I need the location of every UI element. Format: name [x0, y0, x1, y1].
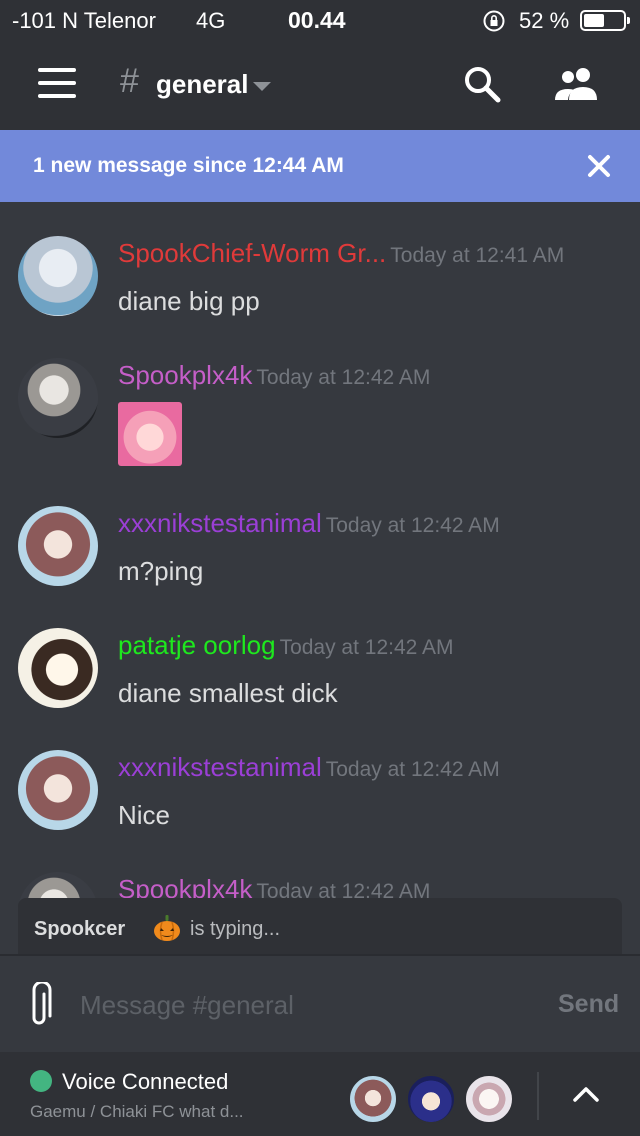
new-messages-banner[interactable]: 1 new message since 12:44 AM [0, 130, 640, 202]
channel-header: # general [0, 42, 640, 130]
message-timestamp: Today at 12:42 AM [325, 758, 500, 781]
message-author-line: xxxnikstestanimal Today at 12:42 AM [118, 752, 500, 783]
avatar[interactable] [18, 750, 98, 830]
channel-name[interactable]: general [156, 69, 249, 100]
avatar[interactable] [18, 236, 98, 316]
avatar[interactable] [18, 506, 98, 586]
voice-status-label: Voice Connected [62, 1069, 229, 1094]
divider [537, 1072, 539, 1120]
voice-connected-indicator [30, 1070, 52, 1092]
message-content: Nice [118, 800, 171, 830]
author-name[interactable]: xxxnikstestanimal [118, 752, 322, 782]
message-content: diane big pp [118, 286, 260, 316]
author-name[interactable]: SpookChief-Worm Gr... [118, 238, 386, 268]
image-attachment[interactable] [118, 402, 182, 466]
voice-participant-avatar[interactable] [406, 1074, 456, 1124]
message-timestamp: Today at 12:41 AM [390, 244, 565, 267]
chevron-up-icon[interactable] [570, 1082, 602, 1106]
author-name[interactable]: xxxnikstestanimal [118, 508, 322, 538]
battery-percent: 52 % [519, 8, 570, 33]
message-content: m?ping [118, 556, 204, 586]
pumpkin-icon [154, 915, 180, 941]
voice-channel-label: Gaemu / Chiaki FC what d... [30, 1102, 244, 1121]
avatar[interactable] [18, 358, 98, 438]
message-author-line: SpookChief-Worm Gr... Today at 12:41 AM [118, 238, 564, 269]
close-icon[interactable] [586, 153, 612, 179]
new-messages-text: 1 new message since 12:44 AM [33, 154, 344, 177]
message-author-line: Spookplx4k Today at 12:42 AM [118, 360, 430, 391]
clock: 00.44 [288, 7, 346, 33]
message-list[interactable]: SpookChief-Worm Gr... Today at 12:41 AM d… [0, 202, 640, 954]
author-name[interactable]: patatje oorlog [118, 630, 276, 660]
message-content: diane smallest dick [118, 678, 338, 708]
typing-indicator: Spookcer is typing... [18, 898, 622, 954]
chevron-down-icon[interactable] [253, 82, 271, 91]
hamburger-menu-icon[interactable] [38, 68, 76, 98]
typing-text: is typing... [190, 918, 281, 940]
typing-user: Spookcer [34, 918, 126, 940]
search-icon[interactable] [462, 64, 502, 104]
rotation-lock-icon [483, 10, 505, 32]
message-timestamp: Today at 12:42 AM [279, 636, 454, 659]
voice-status-bar[interactable]: Voice Connected Gaemu / Chiaki FC what d… [0, 1052, 640, 1136]
message-timestamp: Today at 12:42 AM [325, 514, 500, 537]
send-button[interactable]: Send [558, 990, 619, 1019]
message-author-line: patatje oorlog Today at 12:42 AM [118, 630, 454, 661]
message-input[interactable] [80, 980, 530, 1030]
voice-participant-avatar[interactable] [464, 1074, 514, 1124]
message-composer: Send [0, 954, 640, 1052]
carrier-label: -101 N Telenor [12, 8, 156, 33]
author-name[interactable]: Spookplx4k [118, 360, 252, 390]
status-bar: -101 N Telenor 4G 00.44 52 % [0, 0, 640, 42]
avatar[interactable] [18, 628, 98, 708]
battery-icon [580, 10, 630, 31]
message-timestamp: Today at 12:42 AM [256, 366, 431, 389]
channel-hash-icon: # [120, 62, 139, 100]
network-type: 4G [196, 8, 226, 33]
members-icon[interactable] [552, 64, 602, 104]
paperclip-icon[interactable] [24, 982, 54, 1030]
message-author-line: xxxnikstestanimal Today at 12:42 AM [118, 508, 500, 539]
voice-participant-avatar[interactable] [348, 1074, 398, 1124]
